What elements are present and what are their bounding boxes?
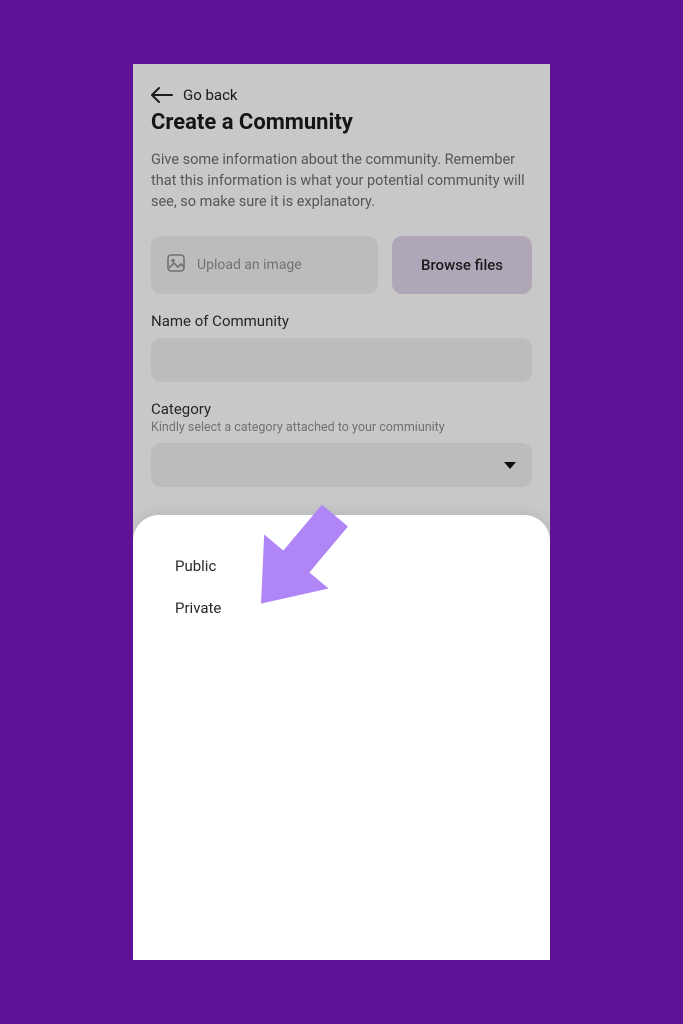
category-hint: Kindly select a category attached to you… xyxy=(151,420,532,435)
upload-image-box[interactable]: Upload an image xyxy=(151,236,378,294)
sheet-option-label: Public xyxy=(175,557,216,575)
go-back-label: Go back xyxy=(183,86,238,104)
page-title: Create a Community xyxy=(151,110,532,135)
category-field-group: Category Kindly select a category attach… xyxy=(151,400,532,487)
upload-placeholder: Upload an image xyxy=(197,257,302,273)
phone-frame: Go back Create a Community Give some inf… xyxy=(133,64,550,960)
chevron-down-icon xyxy=(504,462,516,469)
visibility-bottom-sheet: Public Private xyxy=(133,515,550,960)
page-description: Give some information about the communit… xyxy=(151,149,532,212)
category-label: Category xyxy=(151,400,532,418)
go-back-button[interactable]: Go back xyxy=(151,86,532,104)
sheet-option-public[interactable]: Public xyxy=(161,545,522,587)
create-community-screen: Go back Create a Community Give some inf… xyxy=(133,64,550,487)
name-label: Name of Community xyxy=(151,312,532,330)
category-select[interactable] xyxy=(151,443,532,487)
browse-files-label: Browse files xyxy=(421,256,503,274)
upload-row: Upload an image Browse files xyxy=(151,236,532,294)
arrow-left-icon xyxy=(151,87,173,103)
sheet-option-label: Private xyxy=(175,599,221,617)
sheet-option-private[interactable]: Private xyxy=(161,587,522,629)
browse-files-button[interactable]: Browse files xyxy=(392,236,532,294)
name-field-group: Name of Community xyxy=(151,312,532,400)
image-icon xyxy=(167,254,185,276)
community-name-input[interactable] xyxy=(151,338,532,382)
